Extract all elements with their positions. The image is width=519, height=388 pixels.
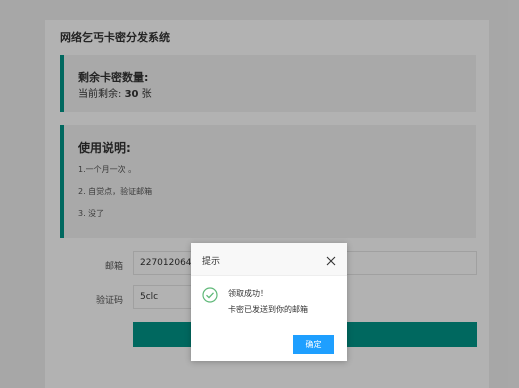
check-circle-icon xyxy=(202,287,218,303)
dialog-header: 提示 xyxy=(191,243,347,276)
ok-button[interactable]: 确定 xyxy=(293,335,334,354)
close-icon[interactable] xyxy=(325,252,337,266)
dialog-message-2: 卡密已发送到你的邮箱 xyxy=(228,305,308,314)
page: 网络乞丐卡密分发系统 剩余卡密数量: 当前剩余: 30 张 使用说明: 1.一个… xyxy=(0,0,519,388)
alert-dialog: 提示 领取成功！ 卡密已发送到你的邮箱 确定 xyxy=(191,243,347,361)
dialog-title: 提示 xyxy=(202,257,221,267)
dialog-message-1: 领取成功！ xyxy=(228,289,268,298)
